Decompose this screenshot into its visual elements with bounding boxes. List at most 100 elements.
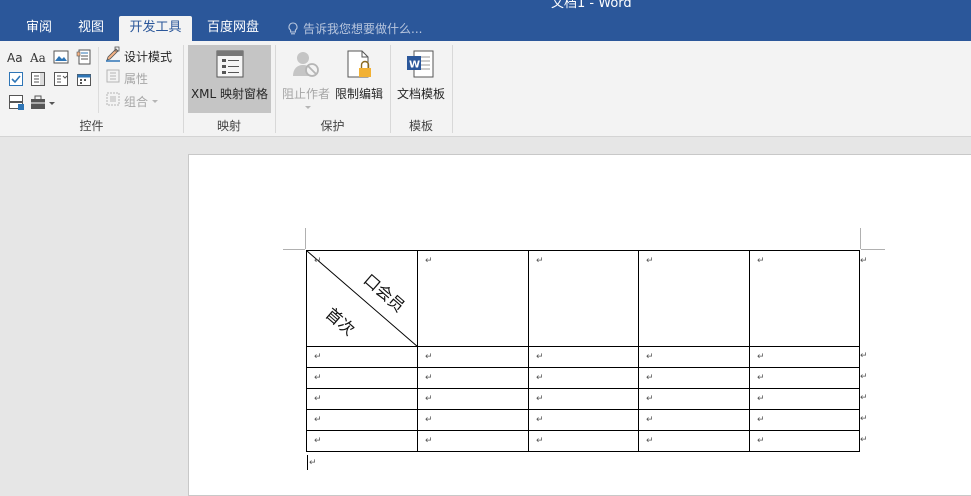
combo-box-icon[interactable] [30,71,46,87]
table-row: ↵ ↵ ↵ ↵ ↵ [306,430,860,452]
end-of-row-mark: ↵ [860,393,868,403]
picture-content-icon[interactable] [53,49,69,65]
paragraph-mark: ↵ [646,373,654,383]
mapping-group-label: 映射 [216,119,241,133]
table-cell[interactable]: ↵ [417,409,529,431]
restrict-editing-label: 限制编辑 [334,87,383,101]
paragraph-mark: ↵ [425,436,433,446]
table-cell[interactable]: ↵ [638,409,750,431]
group-separator [452,45,453,133]
xml-mapping-pane-button[interactable]: XML 映射窗格 [188,45,271,113]
paragraph-mark: ↵ [646,256,654,266]
document-table[interactable]: ↵ 口会员 首次 ↵ ↵ ↵ ↵ ↵ ↵ ↵ ↵ ↵ ↵ ↵ ↵ ↵ ↵ ↵ ↵… [306,250,860,452]
tab-view[interactable]: 视图 [74,16,108,41]
aa-rich-text-icon[interactable]: Aa [7,49,23,65]
paragraph-mark: ↵ [425,394,433,404]
paragraph-mark: ↵ [536,394,544,404]
table-cell[interactable]: ↵ [638,367,750,389]
paragraph-mark: ↵ [536,352,544,362]
building-block-icon[interactable] [76,49,92,65]
table-cell[interactable]: ↵ [417,430,529,452]
title-bar: 文档1 - Word 审阅 视图 开发工具 百度网盘 告诉我您想要做什么... [0,0,971,41]
table-cell[interactable]: ↵ [528,430,639,452]
paragraph-mark: ↵ [536,256,544,266]
templates-group-label: 模板 [408,119,433,133]
chevron-down-icon [151,92,159,112]
table-cell[interactable]: ↵ [417,367,529,389]
tab-review[interactable]: 审阅 [22,16,56,41]
end-of-row-mark: ↵ [860,256,868,266]
table-cell[interactable]: ↵ [638,430,750,452]
table-cell[interactable]: ↵ [638,346,750,368]
end-of-row-mark: ↵ [860,414,868,424]
table-cell[interactable]: ↵ [528,388,639,410]
table-cell[interactable]: ↵ [528,250,639,347]
repeating-section-icon[interactable] [8,94,24,110]
controls-group-label: 控件 [79,119,104,133]
chevron-down-icon [304,101,312,115]
paragraph-mark: ↵ [309,458,317,468]
paragraph-mark: ↵ [425,373,433,383]
table-cell[interactable]: ↵ [638,388,750,410]
paragraph-mark: ↵ [425,352,433,362]
diagonal-header-cell[interactable]: ↵ 口会员 首次 [306,250,418,347]
block-authors-button[interactable]: 阻止作者 [280,45,332,113]
table-cell[interactable]: ↵ [528,409,639,431]
table-cell[interactable]: ↵ [749,430,860,452]
table-cell[interactable]: ↵ [528,367,639,389]
aa-plain-text-icon[interactable]: Aa [29,49,46,65]
properties-button[interactable]: 属性 [105,69,148,89]
table-row: ↵ ↵ ↵ ↵ ↵ [306,409,860,431]
table-cell[interactable]: ↵ [306,388,418,410]
paragraph-mark: ↵ [536,436,544,446]
block-authors-icon [290,49,322,82]
paragraph-mark: ↵ [757,394,765,404]
protect-group-label: 保护 [320,119,345,133]
table-cell[interactable]: ↵ [749,388,860,410]
xml-mapping-icon [214,49,246,82]
group-button[interactable]: 组合 [105,92,159,112]
tab-developer[interactable]: 开发工具 [119,16,192,41]
table-cell[interactable]: ↵ [417,250,529,347]
table-cell[interactable]: ↵ [417,346,529,368]
end-of-row-mark: ↵ [860,372,868,382]
paragraph-mark: ↵ [314,373,322,383]
table-cell[interactable]: ↵ [306,346,418,368]
table-cell[interactable]: ↵ [749,250,860,347]
checkbox-content-icon[interactable] [8,71,24,87]
text-cursor [307,455,308,470]
paragraph-mark: ↵ [646,415,654,425]
legacy-tools-icon[interactable] [30,94,56,110]
crop-mark [861,249,885,250]
paragraph-mark: ↵ [757,352,765,362]
restrict-editing-button[interactable]: 限制编辑 [333,45,385,113]
end-of-row-mark: ↵ [860,351,868,361]
document-template-button[interactable]: W 文档模板 [394,45,448,113]
paragraph-mark: ↵ [425,415,433,425]
window-title: 文档1 - Word [551,0,632,11]
paragraph-mark: ↵ [536,415,544,425]
crop-mark [283,249,305,250]
table-cell[interactable]: ↵ [528,346,639,368]
tell-me-box[interactable]: 告诉我您想要做什么... [287,16,422,41]
paragraph-mark: ↵ [536,373,544,383]
table-cell[interactable]: ↵ [306,409,418,431]
table-cell[interactable]: ↵ [306,430,418,452]
table-cell[interactable]: ↵ [306,367,418,389]
design-mode-button[interactable]: 设计模式 [105,46,172,68]
table-cell[interactable]: ↵ [749,367,860,389]
table-cell[interactable]: ↵ [749,409,860,431]
paragraph-mark: ↵ [646,394,654,404]
group-icon [105,91,121,113]
date-picker-icon[interactable] [76,71,92,87]
block-authors-label: 阻止作者 [281,87,330,101]
table-cell[interactable]: ↵ [638,250,750,347]
group-label: 组合 [124,95,149,109]
table-cell[interactable]: ↵ [749,346,860,368]
dropdown-list-icon[interactable] [53,71,69,87]
paragraph-mark: ↵ [314,256,322,266]
tell-me-placeholder: 告诉我您想要做什么... [303,21,423,36]
table-cell[interactable]: ↵ [417,388,529,410]
design-mode-icon [105,46,121,68]
tab-baidu-netdisk[interactable]: 百度网盘 [204,16,262,41]
